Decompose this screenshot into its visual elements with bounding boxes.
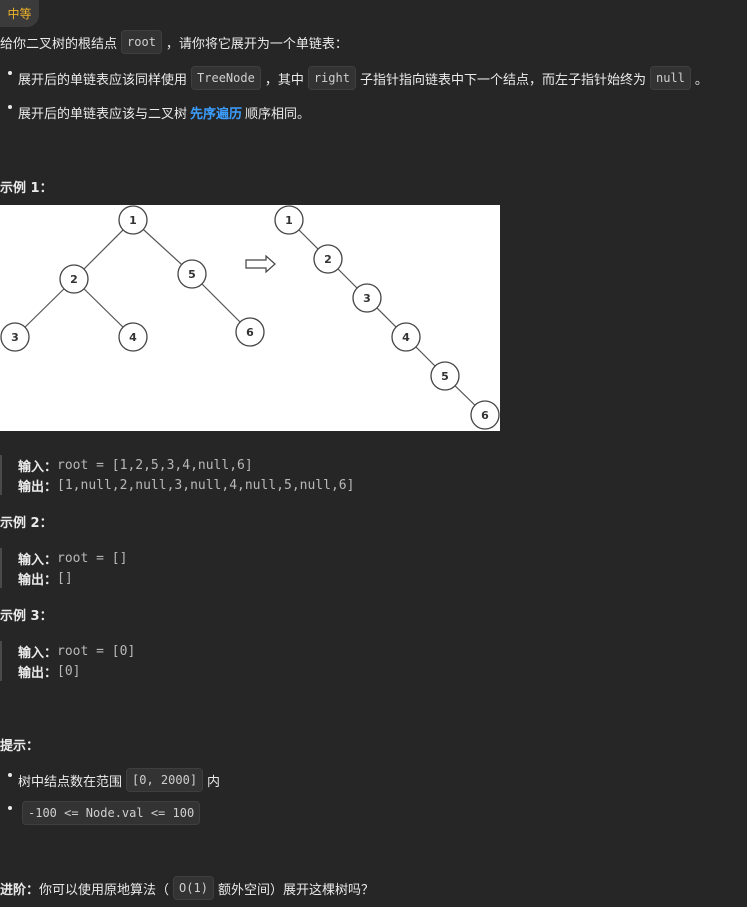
bullet-1-text-d: 。 <box>694 72 708 88</box>
example-3-input: root = [0] <box>57 643 136 659</box>
bullet-item-1: 展开后的单链表应该同样使用 TreeNode ，其中 right 子指针指向链表… <box>0 66 708 90</box>
bullet-2-text-a: 展开后的单链表应该与二叉树 <box>18 106 188 122</box>
svg-text:4: 4 <box>402 331 410 344</box>
example-3-output: [0] <box>57 663 81 679</box>
tree-node: 2 <box>59 264 89 294</box>
hint-item-2: -100 <= Node.val <= 100 <box>0 801 204 825</box>
svg-text:1: 1 <box>129 214 137 227</box>
example-2-output: [] <box>57 570 73 586</box>
input-label: 输入： <box>18 459 58 475</box>
bullet-1-text-a: 展开后的单链表应该同样使用 <box>18 72 188 88</box>
list-node: 3 <box>352 283 382 313</box>
bullet-1-text-b: ，其中 <box>264 72 304 88</box>
problem-intro: 给你二叉树的根结点 root ，请你将它展开为一个单链表： <box>0 30 348 54</box>
advanced-label: 进阶： <box>0 882 40 898</box>
example-1-block: 输入： root = [1,2,5,3,4,null,6] 输出： [1,nul… <box>0 455 354 495</box>
intro-code-root: root <box>121 30 162 54</box>
hint-1-code: [0, 2000] <box>126 768 204 792</box>
example-2-output-row: 输出： [] <box>18 568 127 588</box>
preorder-traversal-link[interactable]: 先序遍历 <box>190 103 242 122</box>
list-node: 2 <box>313 244 343 274</box>
svg-text:5: 5 <box>188 268 196 281</box>
svg-text:2: 2 <box>324 253 332 266</box>
example-2-input: root = [] <box>57 550 128 566</box>
example-1-input: root = [1,2,5,3,4,null,6] <box>57 457 253 473</box>
bullet-2-text-b: 顺序相同。 <box>245 106 311 122</box>
input-label: 输入： <box>18 552 58 568</box>
svg-text:2: 2 <box>70 273 78 286</box>
example-1-input-row: 输入： root = [1,2,5,3,4,null,6] <box>18 455 354 475</box>
bullet-dot <box>8 806 12 810</box>
bullet-dot <box>8 71 12 75</box>
example-2-block: 输入： root = [] 输出： [] <box>0 548 127 588</box>
example-3-title: 示例 3： <box>0 609 53 624</box>
example-3-input-row: 输入： root = [0] <box>18 641 135 661</box>
bullet-1-code-right: right <box>307 66 356 90</box>
bullet-1-text-c: 子指针指向链表中下一个结点，而左子指针始终为 <box>359 72 646 88</box>
svg-text:6: 6 <box>481 409 489 422</box>
bullet-1-code-null: null <box>649 66 691 90</box>
tree-flatten-illustration: 1 2 5 3 4 6 1 2 3 4 5 6 <box>0 205 500 430</box>
bullet-item-2: 展开后的单链表应该与二叉树 先序遍历 顺序相同。 <box>0 100 310 124</box>
tree-node: 5 <box>177 259 207 289</box>
difficulty-badge: 中等 <box>0 0 39 27</box>
list-node: 6 <box>470 400 500 430</box>
tree-node: 3 <box>0 322 30 352</box>
example-1-output-row: 输出： [1,null,2,null,3,null,4,null,5,null,… <box>18 475 354 495</box>
example-1-output: [1,null,2,null,3,null,4,null,5,null,6] <box>57 477 355 493</box>
example-3-block: 输入： root = [0] 输出： [0] <box>0 641 135 681</box>
advanced-code: O(1) <box>173 876 214 900</box>
tree-nodes: 1 2 5 3 4 6 <box>0 205 265 352</box>
advanced-note: 进阶： 你可以使用原地算法（ O(1) 额外空间）展开这棵树吗？ <box>0 876 374 900</box>
example-3-output-row: 输出： [0] <box>18 661 135 681</box>
tree-node: 1 <box>118 205 148 235</box>
list-node: 4 <box>391 322 421 352</box>
bullet-1-code-treenode: TreeNode <box>191 66 261 90</box>
tree-node: 4 <box>118 322 148 352</box>
hint-1-text-post: 内 <box>207 774 221 790</box>
hint-item-1: 树中结点数在范围 [0, 2000] 内 <box>0 768 220 792</box>
output-label: 输出： <box>18 665 58 681</box>
intro-text-post: ，请你将它展开为一个单链表： <box>165 36 348 52</box>
example-1-title: 示例 1： <box>0 181 53 196</box>
example-2-input-row: 输入： root = [] <box>18 548 127 568</box>
example-1-diagram: 1 2 5 3 4 6 1 2 3 4 5 6 <box>0 205 500 431</box>
arrow-right-icon <box>245 254 276 274</box>
svg-text:3: 3 <box>11 331 19 344</box>
output-label: 输出： <box>18 479 58 495</box>
advanced-text-post: 额外空间）展开这棵树吗？ <box>217 882 374 898</box>
hint-1-text-pre: 树中结点数在范围 <box>18 774 123 790</box>
hints-title: 提示： <box>0 739 40 754</box>
advanced-text-pre: 你可以使用原地算法（ <box>39 882 170 898</box>
bullet-dot <box>8 105 12 109</box>
intro-text-pre: 给你二叉树的根结点 <box>0 36 118 52</box>
svg-text:4: 4 <box>129 331 137 344</box>
hint-2-code: -100 <= Node.val <= 100 <box>22 801 201 825</box>
svg-text:5: 5 <box>441 370 449 383</box>
example-2-title: 示例 2： <box>0 516 53 531</box>
tree-node: 6 <box>235 317 265 347</box>
output-label: 输出： <box>18 572 58 588</box>
svg-text:1: 1 <box>285 214 293 227</box>
input-label: 输入： <box>18 645 58 661</box>
bullet-dot <box>8 773 12 777</box>
list-node: 1 <box>274 205 304 235</box>
list-node: 5 <box>430 361 460 391</box>
svg-text:3: 3 <box>363 292 371 305</box>
svg-text:6: 6 <box>246 326 254 339</box>
